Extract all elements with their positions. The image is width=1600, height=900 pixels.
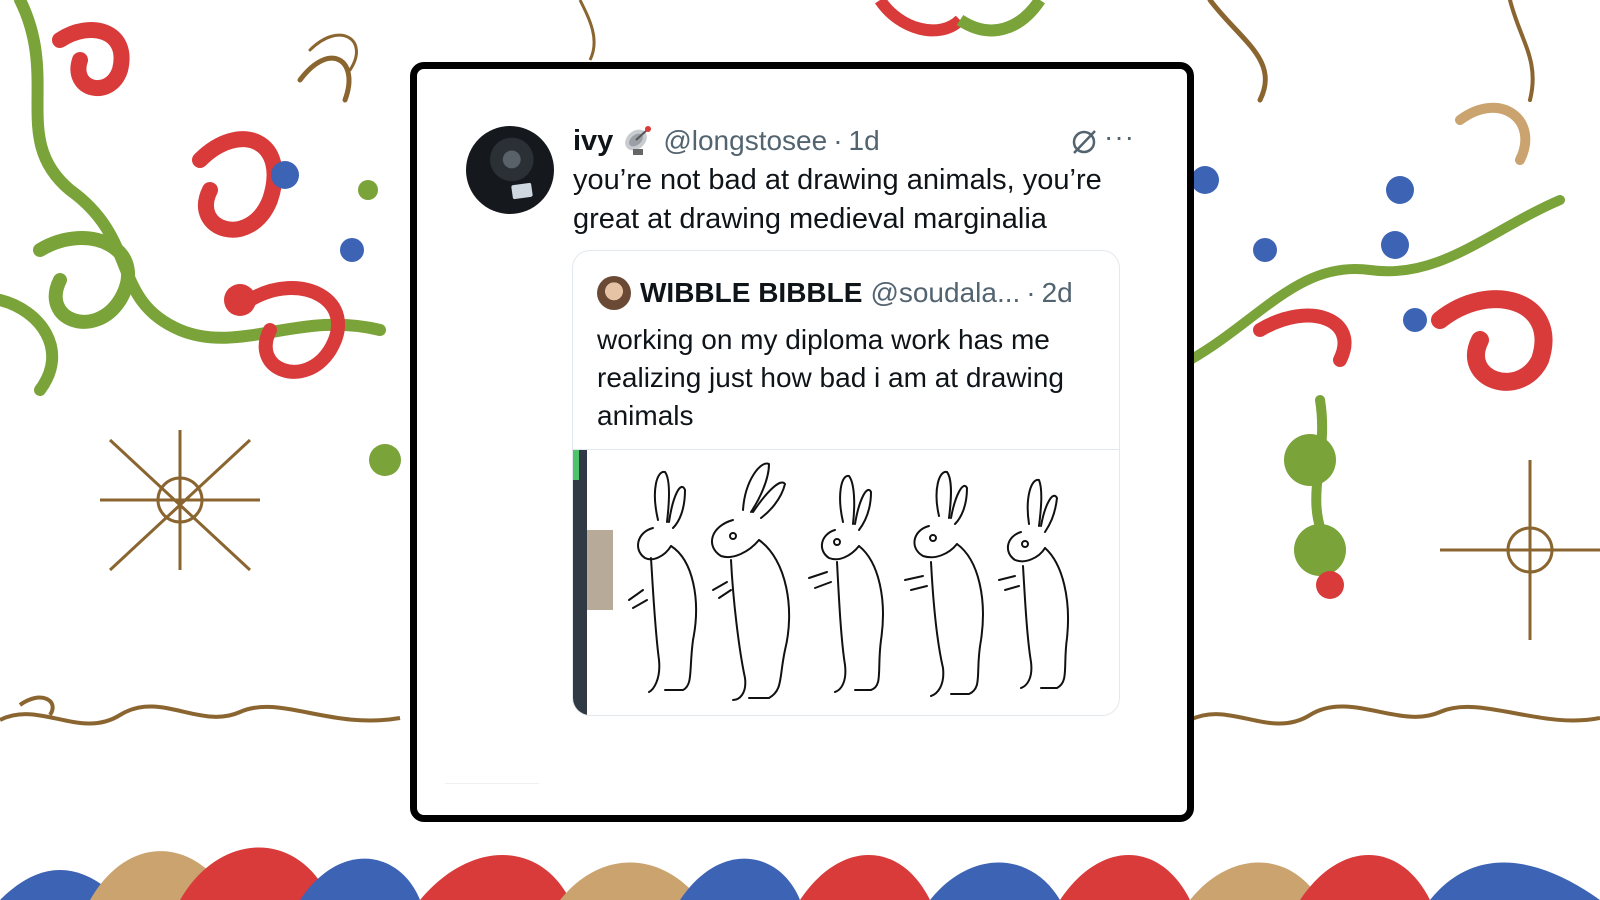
scroll-band-left bbox=[0, 695, 401, 726]
quoted-tweet-header: WIBBLE BIBBLE @soudala... · 2d bbox=[597, 273, 1073, 313]
satellite-antenna-icon bbox=[625, 126, 652, 155]
app-ui-sliver bbox=[573, 450, 587, 715]
grok-icon[interactable] bbox=[1069, 127, 1099, 157]
left-foliage-ornament bbox=[0, 0, 386, 396]
quoted-user-handle[interactable]: @soudala... bbox=[870, 277, 1020, 309]
divider bbox=[445, 783, 539, 784]
quoted-tweet[interactable]: WIBBLE BIBBLE @soudala... · 2d working o… bbox=[572, 250, 1120, 716]
avatar[interactable] bbox=[466, 126, 554, 214]
display-name[interactable]: ivy bbox=[573, 125, 613, 158]
left-sun-ornament bbox=[100, 430, 260, 572]
rabbit-sketches-image[interactable] bbox=[573, 449, 1119, 715]
left-flowers bbox=[224, 161, 401, 476]
ui-sliver-accent bbox=[573, 450, 579, 480]
scroll-band-right bbox=[1189, 704, 1600, 726]
quoted-tweet-text: working on my diploma work has me realiz… bbox=[597, 324, 1064, 431]
rabbit-sketch-5 bbox=[998, 478, 1069, 689]
rabbit-sketch-2 bbox=[710, 462, 791, 701]
right-foliage-ornament bbox=[1185, 0, 1565, 555]
timestamp[interactable]: 1d bbox=[849, 125, 880, 157]
tweet-card[interactable]: ivy @longstosee · 1d ··· you’re not bad … bbox=[410, 62, 1194, 822]
quoted-display-name[interactable]: WIBBLE BIBBLE bbox=[640, 277, 862, 309]
quoted-avatar[interactable] bbox=[597, 276, 631, 310]
top-ornament bbox=[578, 0, 1045, 61]
avatar-paper bbox=[511, 182, 533, 200]
tweet-text: you’re not bad at drawing animals, you’r… bbox=[573, 164, 1102, 235]
user-handle[interactable]: @longstosee bbox=[663, 125, 827, 157]
reference-thumbnail bbox=[587, 530, 613, 610]
quoted-separator-dot: · bbox=[1026, 277, 1036, 308]
rabbit-sketch-1 bbox=[628, 470, 698, 693]
rabbit-sketch-3 bbox=[808, 475, 884, 693]
right-sun-ornament bbox=[1440, 460, 1600, 640]
rabbit-sketch-4 bbox=[904, 470, 984, 697]
right-flowers bbox=[1191, 166, 1427, 599]
bottom-acanthus-band bbox=[0, 847, 1600, 900]
separator-dot: · bbox=[833, 125, 843, 156]
quoted-timestamp[interactable]: 2d bbox=[1042, 277, 1073, 309]
more-options-button[interactable]: ··· bbox=[1104, 121, 1135, 153]
